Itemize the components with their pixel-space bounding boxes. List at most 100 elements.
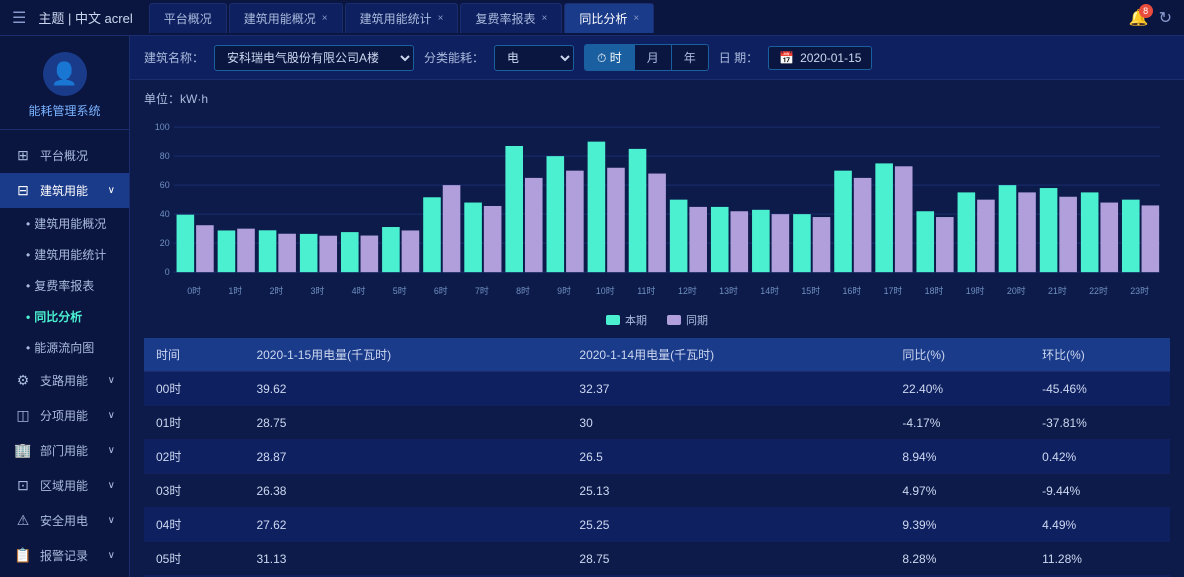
- cell-prev: 25.25: [567, 508, 890, 542]
- time-btn-年[interactable]: 年: [672, 45, 708, 70]
- bar-current-23: [1122, 200, 1140, 273]
- cell-yoy: -4.17%: [890, 406, 1030, 440]
- svg-text:22时: 22时: [1089, 285, 1108, 296]
- date-label: 日 期：: [719, 49, 758, 66]
- date-picker[interactable]: 📅 2020-01-15: [768, 46, 872, 70]
- table-row: 03时26.3825.134.97%-9.44%: [144, 474, 1170, 508]
- bar-current-20: [999, 185, 1017, 272]
- bar-current-10: [588, 142, 606, 273]
- refresh-icon[interactable]: ↻: [1159, 8, 1172, 28]
- cell-yoy: 4.97%: [890, 474, 1030, 508]
- sub-item-建筑用能统计[interactable]: 建筑用能统计: [0, 239, 129, 270]
- bar-prev-6: [443, 185, 461, 272]
- sub-item-建筑用能概况[interactable]: 建筑用能概况: [0, 208, 129, 239]
- nav-arrow-icon: ∨: [108, 480, 115, 491]
- cell-current: 28.75: [244, 406, 567, 440]
- nav-icon: ⚠: [14, 512, 32, 529]
- tab-同比分析[interactable]: 同比分析×: [564, 3, 654, 33]
- notification-icon[interactable]: 🔔8: [1129, 8, 1149, 28]
- svg-text:11时: 11时: [637, 285, 655, 296]
- cell-prev: 32.37: [567, 372, 890, 406]
- sub-item-能源流向图[interactable]: 能源流向图: [0, 332, 129, 363]
- brand-label: 主题 | 中文 acrel: [38, 8, 132, 27]
- bar-prev-19: [977, 200, 995, 273]
- bar-prev-2: [278, 234, 296, 272]
- chart-container: 1008060402000时1时2时3时4时5时6时7时8时9时10时11时12…: [144, 113, 1170, 308]
- table-row: 02时28.8726.58.94%0.42%: [144, 440, 1170, 474]
- tab-close-icon[interactable]: ×: [322, 13, 328, 24]
- legend-prev-label: 同期: [686, 312, 708, 328]
- nav-icon: ⚙: [14, 372, 32, 389]
- cell-current: 31.13: [244, 542, 567, 576]
- svg-text:18时: 18时: [925, 285, 944, 296]
- bar-current-13: [711, 207, 729, 272]
- bar-prev-12: [689, 207, 707, 272]
- nav-label: 平台概况: [40, 147, 88, 164]
- table-row: 05时31.1328.758.28%11.28%: [144, 542, 1170, 576]
- cell-yoy: 8.28%: [890, 542, 1030, 576]
- nav-item-支路用能[interactable]: ⚙ 支路用能∨: [0, 363, 129, 398]
- col-header: 2020-1-14用电量(千瓦时): [567, 338, 890, 372]
- bar-prev-16: [854, 178, 872, 272]
- bar-current-7: [464, 203, 482, 273]
- cell-time: 05时: [144, 542, 244, 576]
- nav-item-区域用能[interactable]: ⊡ 区域用能∨: [0, 468, 129, 503]
- svg-text:23时: 23时: [1130, 285, 1149, 296]
- topbar-actions: 🔔8 ↻: [1129, 8, 1172, 28]
- nav-arrow-icon: ∨: [108, 185, 115, 196]
- avatar: 👤: [43, 52, 87, 96]
- sub-item-同比分析[interactable]: 同比分析: [0, 301, 129, 332]
- col-header: 环比(%): [1030, 338, 1170, 372]
- system-name: 能耗管理系统: [28, 102, 100, 119]
- svg-text:15时: 15时: [801, 285, 820, 296]
- svg-text:12时: 12时: [678, 285, 697, 296]
- menu-icon[interactable]: ☰: [12, 8, 26, 28]
- svg-text:7时: 7时: [475, 285, 489, 296]
- bar-prev-0: [196, 225, 214, 272]
- svg-text:0时: 0时: [187, 285, 201, 296]
- nav-icon: ⊡: [14, 477, 32, 494]
- table-row: 01时28.7530-4.17%-37.81%: [144, 406, 1170, 440]
- bar-current-12: [670, 200, 688, 273]
- bar-current-3: [300, 234, 318, 272]
- tab-建筑用能统计[interactable]: 建筑用能统计×: [345, 3, 459, 33]
- nav-arrow-icon: ∨: [108, 445, 115, 456]
- cell-time: 00时: [144, 372, 244, 406]
- bar-current-22: [1081, 192, 1099, 272]
- tab-平台概况[interactable]: 平台概况: [149, 3, 227, 33]
- bar-current-18: [916, 211, 934, 272]
- cell-prev: 26.5: [567, 440, 890, 474]
- chart-section: 单位：kW·h 1008060402000时1时2时3时4时5时6时7时8时9时…: [130, 80, 1184, 338]
- bar-current-4: [341, 232, 359, 272]
- topbar: ☰ 主题 | 中文 acrel 平台概况建筑用能概况×建筑用能统计×复费率报表×…: [0, 0, 1184, 36]
- tab-复费率报表[interactable]: 复费率报表×: [460, 3, 562, 33]
- time-btn-月[interactable]: 月: [635, 45, 672, 70]
- building-select[interactable]: 安科瑞电气股份有限公司A楼: [214, 45, 414, 71]
- time-btn-⏱ 时[interactable]: ⏱ 时: [585, 45, 635, 70]
- sidebar: 👤 能耗管理系统 ⊞ 平台概况⊟ 建筑用能∨建筑用能概况建筑用能统计复费率报表同…: [0, 36, 130, 577]
- nav-item-分项用能[interactable]: ◫ 分项用能∨: [0, 398, 129, 433]
- nav-item-部门用能[interactable]: 🏢 部门用能∨: [0, 433, 129, 468]
- tab-close-icon[interactable]: ×: [633, 13, 639, 24]
- legend-current-label: 本期: [625, 312, 647, 328]
- notification-badge: 8: [1139, 4, 1153, 18]
- cell-qoq: 11.28%: [1030, 542, 1170, 576]
- cell-yoy: 9.39%: [890, 508, 1030, 542]
- nav-item-报警记录[interactable]: 📋 报警记录∨: [0, 538, 129, 573]
- category-select[interactable]: 电: [494, 45, 574, 71]
- tab-close-icon[interactable]: ×: [541, 13, 547, 24]
- nav-item-系统设置[interactable]: ⚙ 系统设置∨: [0, 573, 129, 577]
- svg-text:3时: 3时: [311, 285, 325, 296]
- tab-close-icon[interactable]: ×: [438, 13, 444, 24]
- sub-nav-building: 建筑用能概况建筑用能统计复费率报表同比分析能源流向图: [0, 208, 129, 363]
- nav-item-安全用电[interactable]: ⚠ 安全用电∨: [0, 503, 129, 538]
- nav-item-平台概况[interactable]: ⊞ 平台概况: [0, 138, 129, 173]
- svg-text:2时: 2时: [269, 285, 283, 296]
- nav-item-建筑用能[interactable]: ⊟ 建筑用能∨: [0, 173, 129, 208]
- col-header: 同比(%): [890, 338, 1030, 372]
- bar-prev-17: [895, 166, 913, 272]
- cell-time: 03时: [144, 474, 244, 508]
- filter-bar: 建筑名称： 安科瑞电气股份有限公司A楼 分类能耗： 电 ⏱ 时月年 日 期： 📅…: [130, 36, 1184, 80]
- tab-建筑用能概况[interactable]: 建筑用能概况×: [229, 3, 343, 33]
- sub-item-复费率报表[interactable]: 复费率报表: [0, 270, 129, 301]
